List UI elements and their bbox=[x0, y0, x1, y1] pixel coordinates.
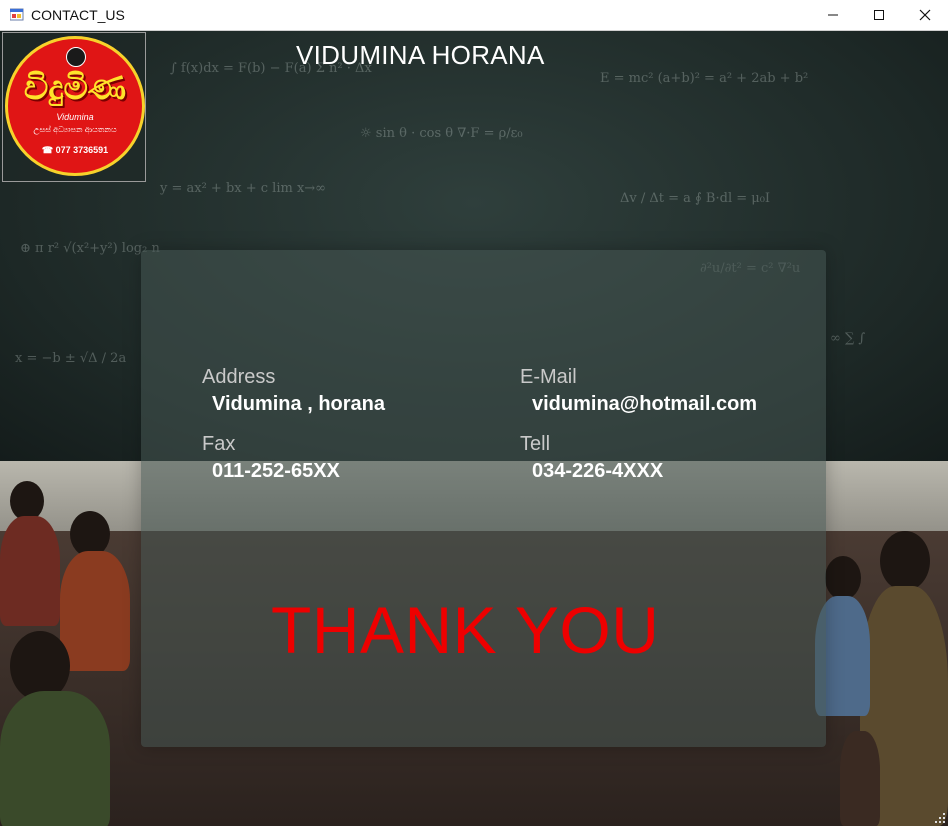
resize-grip-icon[interactable] bbox=[934, 812, 946, 824]
logo-badge: විදුමිණ Vidumina උසස් අධ්‍යාපන ආයතනය ☎ 0… bbox=[5, 36, 145, 176]
chalk-decoration: x = −b ± √Δ / 2a bbox=[15, 351, 127, 366]
student-figure bbox=[60, 551, 130, 671]
tell-value: 034-226-4XXX bbox=[532, 460, 664, 482]
close-button[interactable] bbox=[902, 0, 948, 30]
student-figure bbox=[10, 481, 44, 521]
email-label: E-Mail bbox=[520, 366, 577, 388]
fax-label: Fax bbox=[202, 433, 236, 455]
window-title: CONTACT_US bbox=[31, 7, 125, 23]
tell-label: Tell bbox=[520, 433, 551, 455]
logo-phone: ☎ 077 3736591 bbox=[8, 145, 142, 156]
desk bbox=[840, 731, 880, 826]
contact-panel bbox=[141, 250, 826, 747]
page-title: VIDUMINA HORANA bbox=[296, 40, 545, 70]
chalk-decoration: E = mc² (a+b)² = a² + 2ab + b² bbox=[600, 71, 809, 86]
student-figure bbox=[0, 691, 110, 826]
logo-main-text: විදුමිණ bbox=[23, 68, 127, 108]
phone-icon: ☎ bbox=[41, 145, 56, 155]
logo-tagline: උසස් අධ්‍යාපන ආයතනය bbox=[33, 125, 117, 134]
fax-value: 011-252-65XX bbox=[212, 460, 340, 482]
logo: විදුමිණ Vidumina උසස් අධ්‍යාපන ආයතනය ☎ 0… bbox=[2, 32, 146, 182]
thank-you-message: THANK YOU bbox=[271, 593, 660, 667]
student-figure bbox=[0, 516, 60, 626]
student-figure bbox=[880, 531, 930, 591]
title-bar: CONTACT_US bbox=[0, 0, 948, 31]
minimize-button[interactable] bbox=[810, 0, 856, 30]
chalk-decoration: ∞ ∑ ∫ bbox=[830, 331, 866, 346]
chalk-decoration: ☼ sin θ · cos θ ∇·F = ρ/ε₀ bbox=[360, 126, 523, 141]
minimize-icon bbox=[828, 14, 838, 16]
address-value: Vidumina , horana bbox=[212, 393, 385, 415]
student-figure bbox=[825, 556, 861, 600]
chalk-decoration: y = ax² + bx + c lim x→∞ bbox=[160, 181, 327, 196]
chalk-decoration: Δv / Δt = a ∮ B·dl = μ₀I bbox=[620, 191, 771, 206]
maximize-icon bbox=[874, 10, 884, 20]
email-value: vidumina@hotmail.com bbox=[532, 393, 758, 415]
maximize-button[interactable] bbox=[856, 0, 902, 30]
close-icon bbox=[919, 9, 931, 21]
app-icon bbox=[10, 8, 24, 21]
logo-sub-text: Vidumina bbox=[56, 112, 94, 122]
address-label: Address bbox=[202, 366, 276, 388]
logo-emblem-icon bbox=[66, 47, 86, 67]
chalk-decoration: ⊕ π r² √(x²+y²) log₂ n bbox=[20, 241, 160, 256]
logo-phone-number: 077 3736591 bbox=[55, 145, 109, 155]
